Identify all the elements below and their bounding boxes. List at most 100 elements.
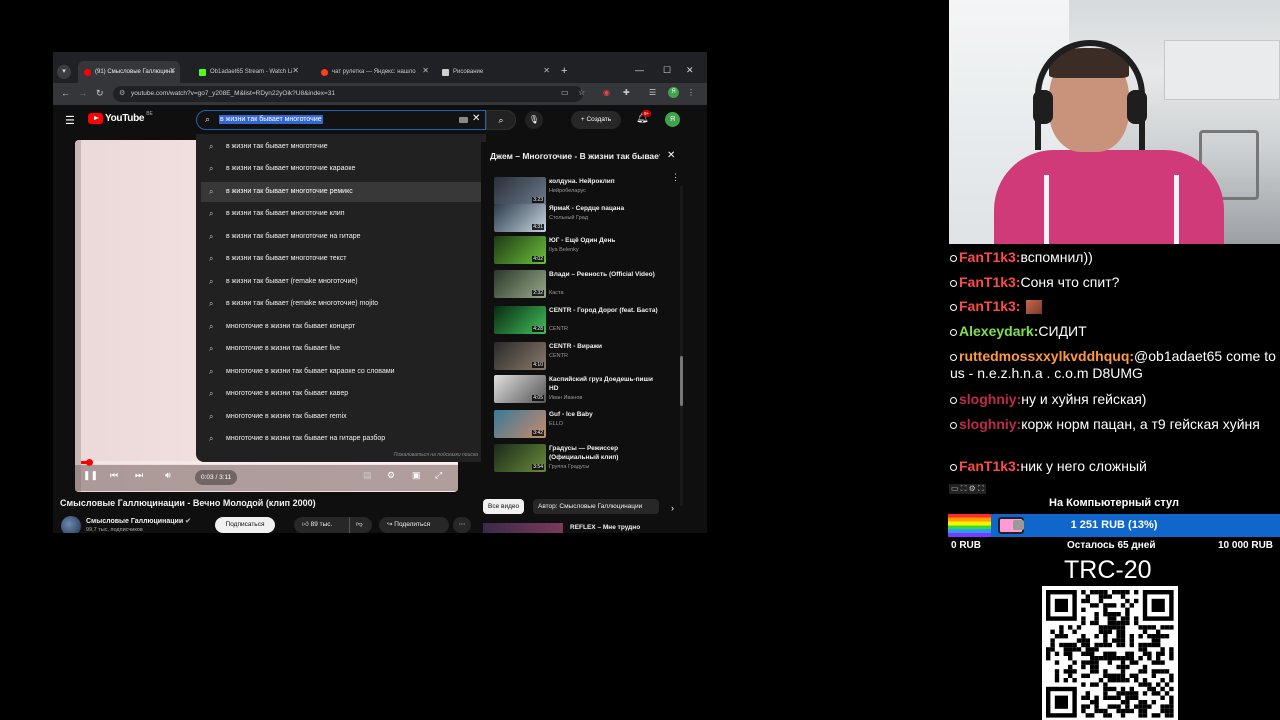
channel-name[interactable]: Смысловые Галлюцинации ✔ xyxy=(86,517,191,525)
miniplayer-icon[interactable]: ▣ xyxy=(412,470,421,481)
suggestion-item[interactable]: ⌕ в жизни так бывает многоточие на гитаре xyxy=(201,227,481,247)
suggestion-item[interactable]: ⌕ многоточие в жизни так бывает кавер xyxy=(201,384,481,404)
site-info-icon[interactable]: ⚙ xyxy=(119,86,125,102)
playlist-item-thumbnail[interactable]: 4:05 xyxy=(494,375,546,403)
previous-icon[interactable]: ⏮︎ xyxy=(110,470,118,481)
suggestion-item[interactable]: ⌕ в жизни так бывает многоточие xyxy=(201,137,481,157)
qr-module xyxy=(1116,708,1121,714)
playlist-item-thumbnail[interactable]: 2:32 xyxy=(494,270,546,298)
more-actions-button[interactable]: ⋯ xyxy=(453,517,471,533)
channel-avatar[interactable] xyxy=(61,516,81,533)
playlist-item-thumbnail[interactable]: 3:23 xyxy=(494,177,546,205)
close-playlist-icon[interactable]: ✕ xyxy=(667,150,675,161)
youtube-logo[interactable]: YouTube BE xyxy=(88,111,153,124)
suggestion-item[interactable]: ⌕ в жизни так бывает (remake многоточие) xyxy=(201,272,481,292)
share-button[interactable]: ↪ Поделиться xyxy=(379,517,449,533)
suggestion-item[interactable]: ⌕ в жизни так бывает (remake многоточие) … xyxy=(201,294,481,314)
chat-username[interactable]: FanT1k3: xyxy=(959,274,1020,290)
youtube-favicon-icon xyxy=(84,68,91,76)
playlist-item-thumbnail[interactable]: 4:31 xyxy=(494,204,546,232)
playlist-item-thumbnail[interactable]: 4:28 xyxy=(494,306,546,334)
chat-settings-icon[interactable]: ▭ xyxy=(951,484,959,493)
playlist-item-thumbnail[interactable]: 4:02 xyxy=(494,236,546,264)
playlist-item-thumbnail[interactable]: 4:10 xyxy=(494,342,546,370)
keyboard-icon[interactable] xyxy=(459,117,468,123)
suggestion-item[interactable]: ⌕ в жизни так бывает многоточие клип xyxy=(201,204,481,224)
playlist-scrollbar[interactable] xyxy=(680,186,683,506)
playlist-title[interactable]: Джем – Многоточие - В жизни так бывает xyxy=(490,151,660,161)
voice-search-button[interactable]: 🎙︎ xyxy=(525,111,543,129)
chat-username[interactable]: FanT1k3: xyxy=(959,298,1020,314)
browser-menu-icon[interactable]: ⋮ xyxy=(687,88,695,97)
chat-users-icon[interactable]: ⛶ xyxy=(961,484,967,493)
search-input[interactable]: ⌕ в жизни так бывает многоточие ✕ xyxy=(196,110,486,130)
tab-close-icon[interactable]: ✕ xyxy=(543,66,550,75)
clear-search-icon[interactable]: ✕ xyxy=(472,113,480,124)
chat-username[interactable]: FanT1k3: xyxy=(959,458,1020,474)
url-field[interactable]: ⚙ youtube.com/watch?v=go7_y208E_M&list=R… xyxy=(113,86,583,102)
subscribe-button[interactable]: Подписаться xyxy=(215,517,275,533)
chat-username[interactable]: sloghniy: xyxy=(959,391,1021,407)
extensions-puzzle-icon[interactable]: ✚ xyxy=(623,88,630,97)
tab-youtube[interactable]: (91) Смысловые Галлюцина ✕ xyxy=(78,61,180,83)
tab-drawing[interactable]: Рисование ✕ xyxy=(436,61,554,83)
chat-username[interactable]: sloghniy: xyxy=(959,416,1021,432)
scrollbar-thumb[interactable] xyxy=(680,356,683,406)
tab-yandex[interactable]: чат рулетка — Яндекс: нашло ✕ xyxy=(315,61,433,83)
suggestion-item[interactable]: ⌕ в жизни так бывает многоточие текст xyxy=(201,249,481,269)
tab-close-icon[interactable]: ✕ xyxy=(422,66,429,75)
forward-icon[interactable]: → xyxy=(78,88,87,98)
extension-icon[interactable]: ◉ xyxy=(603,88,610,97)
tab-search-button[interactable]: ▾ xyxy=(57,65,71,79)
suggestion-item[interactable]: ⌕ многоточие в жизни так бывает на гитаре… xyxy=(201,429,481,449)
cast-icon[interactable]: ▭ xyxy=(561,88,569,97)
back-icon[interactable]: ← xyxy=(61,88,70,98)
account-avatar[interactable]: Я xyxy=(665,112,680,127)
volume-icon[interactable]: 🔊︎ xyxy=(165,470,171,481)
next-icon[interactable]: ⏭︎ xyxy=(135,470,143,481)
reload-icon[interactable]: ↻ xyxy=(96,88,104,99)
playlist-item-thumbnail[interactable]: 3:54 xyxy=(494,444,546,472)
search-button[interactable]: ⌕ xyxy=(486,110,516,130)
subtitles-icon[interactable]: ▤ xyxy=(363,470,372,481)
sidebar-icon[interactable]: ☰ xyxy=(649,88,656,97)
chip-author[interactable]: Автор: Смысловые Галлюцинации xyxy=(533,499,659,514)
tab-kick[interactable]: Ob1adaet65 Stream - Watch Li ✕ xyxy=(193,61,303,83)
suggestion-item[interactable]: ⌕ многоточие в жизни так бывает remix xyxy=(201,407,481,427)
browser-profile-avatar[interactable]: Я xyxy=(668,87,679,98)
chevron-right-icon[interactable]: › xyxy=(671,503,674,513)
chat-username[interactable]: Alexeydark: xyxy=(959,323,1038,339)
suggestion-item[interactable]: ⌕ в жизни так бывает многоточие ремикс xyxy=(201,182,481,202)
qr-module xyxy=(1094,664,1099,670)
settings-gear-icon[interactable]: ⚙ xyxy=(387,470,395,481)
chat-username[interactable]: ruttedmossxxylkvddhquq: xyxy=(959,348,1134,364)
duration-badge: 3:23 xyxy=(532,197,544,203)
suggestion-item[interactable]: ⌕ многоточие в жизни так бывает караоке с… xyxy=(201,362,481,382)
chat-username[interactable]: FanT1k3: xyxy=(959,249,1020,265)
menu-icon[interactable]: ☰ xyxy=(65,114,75,127)
chip-all-videos[interactable]: Все видео xyxy=(483,499,525,514)
fullscreen-icon[interactable]: ⤢ xyxy=(435,470,442,481)
related-video-thumbnail[interactable] xyxy=(483,523,563,533)
suggestion-item[interactable]: ⌕ многоточие в жизни так бывает live xyxy=(201,339,481,359)
playlist-item-thumbnail[interactable]: 3:42 xyxy=(494,410,546,438)
maximize-icon[interactable]: ☐ xyxy=(663,65,671,76)
suggestion-item[interactable]: ⌕ в жизни так бывает многоточие караоке xyxy=(201,159,481,179)
like-button[interactable]: 👍︎ 89 тыс. xyxy=(302,517,332,533)
tab-close-icon[interactable]: ✕ xyxy=(292,66,299,75)
chat-popout-icon[interactable]: ⛶ xyxy=(978,484,984,493)
pause-icon[interactable]: ❚❚ xyxy=(83,470,98,481)
report-suggestions-link[interactable]: Пожаловаться на подсказки поиска xyxy=(394,452,478,458)
minimize-icon[interactable]: — xyxy=(635,65,644,75)
suggestion-item[interactable]: ⌕ многоточие в жизни так бывает концерт xyxy=(201,317,481,337)
create-button[interactable]: + Создать xyxy=(571,111,621,129)
more-options-icon[interactable]: ⋮ xyxy=(671,172,680,183)
new-tab-icon[interactable]: + xyxy=(561,65,567,77)
related-video-title[interactable]: REFLEX – Мне трудно xyxy=(570,524,640,531)
bookmark-star-icon[interactable]: ☆ xyxy=(578,88,585,97)
qr-module xyxy=(1160,708,1165,714)
dislike-button[interactable]: 👎︎ xyxy=(356,517,363,533)
tab-close-icon[interactable]: ✕ xyxy=(169,66,176,75)
chat-gear-icon[interactable]: ⚙ xyxy=(969,484,976,493)
close-window-icon[interactable]: ✕ xyxy=(686,65,694,76)
